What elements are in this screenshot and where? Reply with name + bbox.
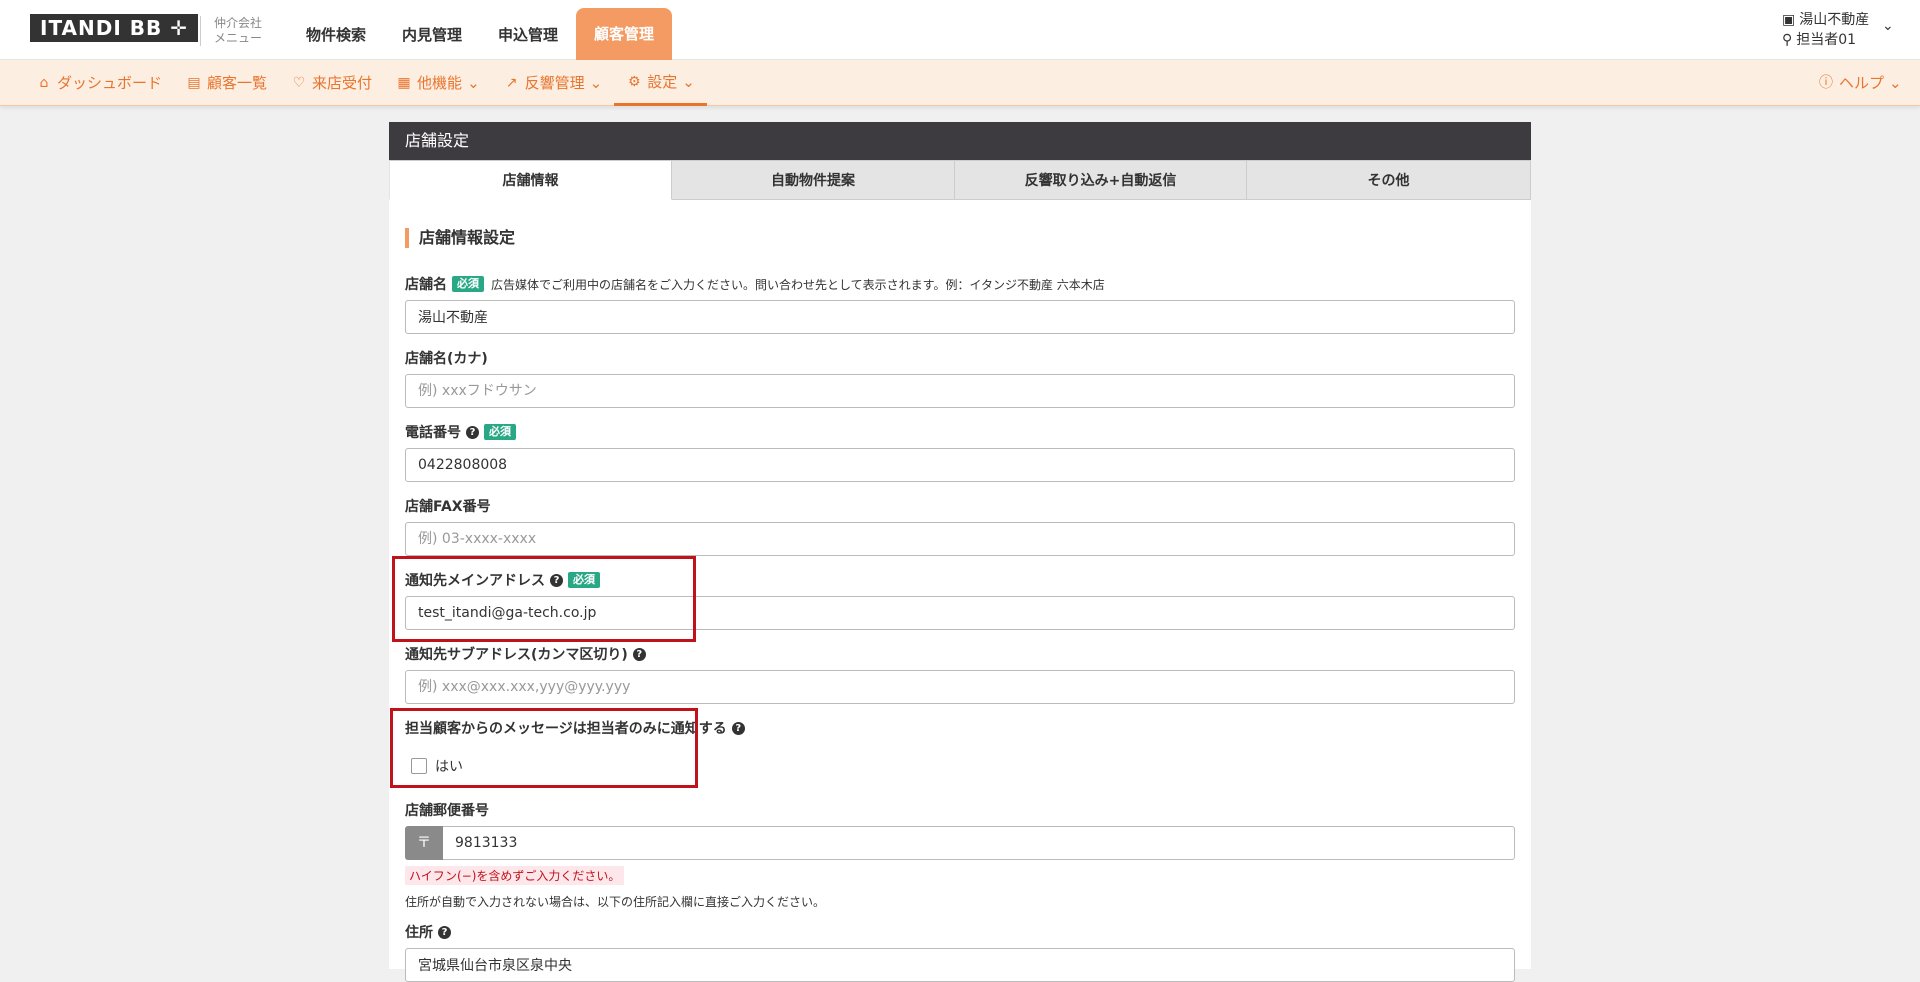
sub-email-input[interactable] [405, 670, 1515, 704]
question-circle-icon: ⓘ [1819, 75, 1833, 91]
settings-tabs: 店舗情報 自動物件提案 反響取り込み+自動返信 その他 [389, 160, 1531, 200]
nav-property-search[interactable]: 物件検索 [288, 0, 384, 60]
tab-other[interactable]: その他 [1247, 160, 1531, 200]
gear-icon: ⚙ [627, 73, 641, 90]
chevron-down-icon[interactable]: ⌄ [1882, 18, 1894, 34]
chevron-down-icon: ⌄ [467, 74, 480, 92]
panel-title: 店舗設定 [389, 122, 1531, 160]
highlight-box-notify-assignee [390, 708, 698, 788]
required-badge: 必須 [484, 424, 516, 440]
subnav-other-functions[interactable]: ▦ 他機能 ⌄ [384, 60, 492, 106]
chart-icon: ↗ [505, 75, 518, 91]
store-name-label: 店舗名 [405, 277, 447, 293]
fax-field: 店舗FAX番号 [405, 496, 1515, 556]
building-icon: ▣ [1782, 12, 1796, 28]
tab-response-import[interactable]: 反響取り込み+自動返信 [955, 160, 1247, 200]
store-settings-panel: 店舗設定 店舗情報 自動物件提案 反響取り込み+自動返信 その他 店舗情報設定 … [389, 122, 1531, 982]
phone-label: 電話番号 [405, 425, 461, 441]
postal-label: 店舗郵便番号 [405, 803, 489, 819]
phone-field: 電話番号 ? 必須 [405, 422, 1515, 482]
chevron-down-icon: ⌄ [1889, 74, 1902, 92]
address-field: 住所 ? [405, 922, 1515, 982]
user-menu[interactable]: ▣ 湯山不動産 ⚲ 担当者01 [1782, 10, 1869, 50]
question-icon[interactable]: ? [438, 925, 451, 939]
chevron-down-icon: ⌄ [589, 74, 603, 92]
home-icon: ⌂ [39, 75, 49, 91]
subnav-reception[interactable]: ♡ 来店受付 [279, 60, 384, 106]
store-name-field: 店舗名 必須 広告媒体でご利用中の店舗名をご入力ください。問い合わせ先として表示… [405, 274, 1515, 334]
user-name: 担当者01 [1796, 32, 1857, 48]
grid-icon: ▦ [397, 75, 411, 91]
section-title: 店舗情報設定 [405, 228, 515, 248]
nav-application-management[interactable]: 申込管理 [480, 0, 576, 60]
postal-error-message: ハイフン(−)を含めずご入力ください。 [405, 866, 625, 885]
store-name-help: 広告媒体でご利用中の店舗名をご入力ください。問い合わせ先として表示されます。例：… [491, 277, 1105, 292]
logo-divider [200, 16, 201, 46]
store-kana-input[interactable] [405, 374, 1515, 408]
handshake-icon: ♡ [292, 75, 306, 91]
subnav-dashboard[interactable]: ⌂ ダッシュボード [24, 60, 174, 106]
store-kana-label: 店舗名(カナ) [405, 351, 488, 367]
company-menu-label[interactable]: 仲介会社 メニュー [214, 16, 262, 46]
postal-mark-icon: 〒 [405, 826, 443, 860]
sub-email-field: 通知先サブアドレス(カンマ区切り) ? [405, 644, 1515, 704]
main-nav: 物件検索 内見管理 申込管理 顧客管理 [288, 0, 673, 60]
sub-email-label: 通知先サブアドレス(カンマ区切り) [405, 647, 628, 663]
itandi-logo[interactable]: ITANDI BB ✛ [30, 14, 198, 42]
help-menu[interactable]: ⓘ ヘルプ ⌄ [1818, 60, 1902, 106]
company-name: 湯山不動産 [1799, 12, 1870, 28]
required-badge: 必須 [452, 276, 484, 292]
tab-store-info[interactable]: 店舗情報 [389, 160, 672, 200]
chevron-down-icon: ⌄ [682, 72, 695, 91]
store-name-input[interactable] [405, 300, 1515, 334]
address-input[interactable] [405, 948, 1515, 982]
question-icon[interactable]: ? [466, 425, 479, 439]
tab-auto-property-proposal[interactable]: 自動物件提案 [672, 160, 955, 200]
question-icon[interactable]: ? [632, 647, 646, 661]
postal-note: 住所が自動で入力されない場合は、以下の住所記入欄に直接ご入力ください。 [405, 895, 826, 909]
subnav-response-management[interactable]: ↗ 反響管理 ⌄ [492, 60, 615, 106]
fax-label: 店舗FAX番号 [405, 499, 491, 515]
phone-input[interactable] [405, 448, 1515, 482]
postal-field: 店舗郵便番号 〒 ハイフン(−)を含めずご入力ください。 住所が自動で入力されな… [405, 800, 1515, 910]
top-header: ITANDI BB ✛ 仲介会社 メニュー 物件検索 内見管理 申込管理 顧客管… [0, 0, 1920, 60]
store-kana-field: 店舗名(カナ) [405, 348, 1515, 408]
postal-input[interactable] [443, 826, 1515, 860]
person-icon: ⚲ [1782, 32, 1793, 48]
customer-list-icon: ▤ [187, 75, 201, 91]
fax-input[interactable] [405, 522, 1515, 556]
sub-nav: ⌂ ダッシュボード ▤ 顧客一覧 ♡ 来店受付 ▦ 他機能 ⌄ ↗ 反響管理 ⌄ ⚙ 設定 ⌄ ⓘ… [0, 60, 1920, 106]
nav-customer-management[interactable]: 顧客管理 [576, 8, 673, 60]
question-icon[interactable]: ? [731, 721, 745, 735]
highlight-box-main-email [392, 556, 696, 642]
address-label: 住所 [405, 925, 433, 941]
subnav-settings[interactable]: ⚙ 設定 ⌄ [614, 60, 707, 106]
nav-viewing-management[interactable]: 内見管理 [384, 0, 480, 60]
subnav-customer-list[interactable]: ▤ 顧客一覧 [174, 60, 279, 106]
